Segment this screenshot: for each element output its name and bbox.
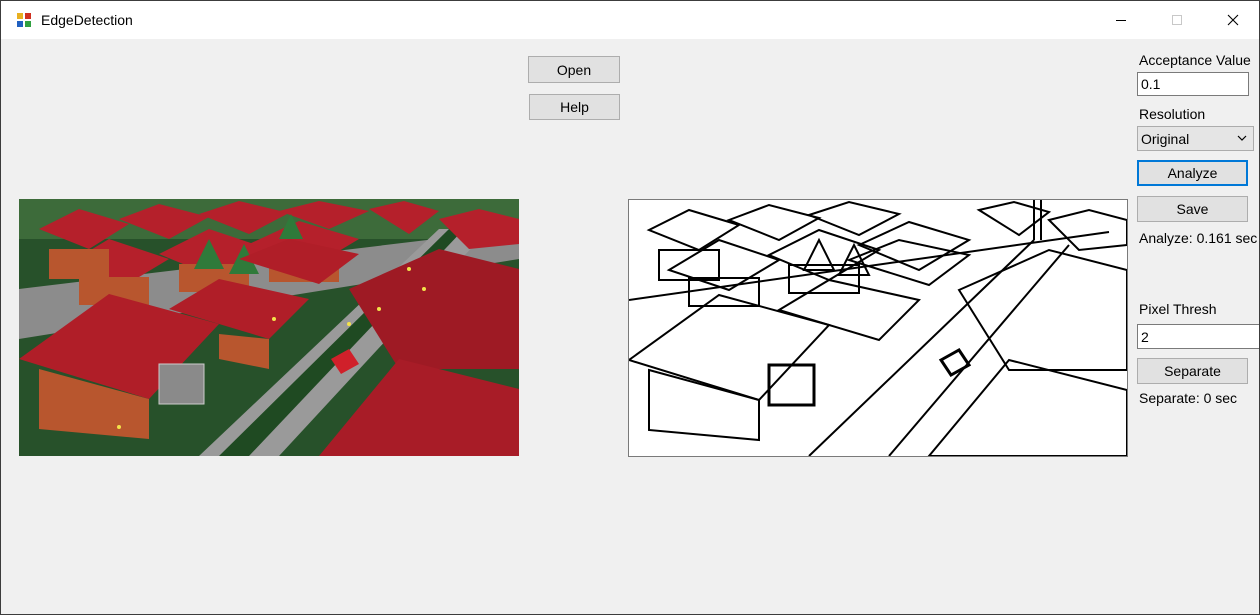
maximize-icon xyxy=(1172,15,1182,25)
pixel-thresh-input[interactable] xyxy=(1137,324,1259,349)
pixel-thresh-label: Pixel Thresh xyxy=(1139,301,1217,317)
app-icon xyxy=(16,12,32,28)
source-render-image xyxy=(19,199,519,456)
minimize-button[interactable] xyxy=(1098,1,1144,39)
source-image xyxy=(19,199,519,456)
close-icon xyxy=(1227,14,1239,26)
edge-image xyxy=(628,199,1128,457)
minimize-icon xyxy=(1116,20,1126,21)
separate-time-label: Separate: 0 sec xyxy=(1139,390,1238,406)
app-window: EdgeDetection Open Help Acceptance Value… xyxy=(0,0,1260,615)
chevron-down-icon xyxy=(1237,135,1247,141)
acceptance-value-label: Acceptance Value xyxy=(1139,52,1251,68)
open-button[interactable]: Open xyxy=(528,56,620,83)
maximize-button[interactable] xyxy=(1154,1,1200,39)
resolution-label: Resolution xyxy=(1139,106,1206,122)
save-button[interactable]: Save xyxy=(1137,196,1248,222)
analyze-button[interactable]: Analyze xyxy=(1137,160,1248,186)
help-button[interactable]: Help xyxy=(529,94,620,120)
resolution-selected-value: Original xyxy=(1141,130,1190,147)
window-title: EdgeDetection xyxy=(41,12,133,28)
edge-detected-image xyxy=(629,200,1127,456)
title-bar[interactable]: EdgeDetection xyxy=(1,1,1259,39)
separate-button[interactable]: Separate xyxy=(1137,358,1248,384)
resolution-select[interactable]: Original xyxy=(1137,126,1254,151)
analyze-time-label: Analyze: 0.161 sec xyxy=(1139,230,1258,246)
close-button[interactable] xyxy=(1210,1,1256,39)
acceptance-value-input[interactable] xyxy=(1137,72,1249,96)
